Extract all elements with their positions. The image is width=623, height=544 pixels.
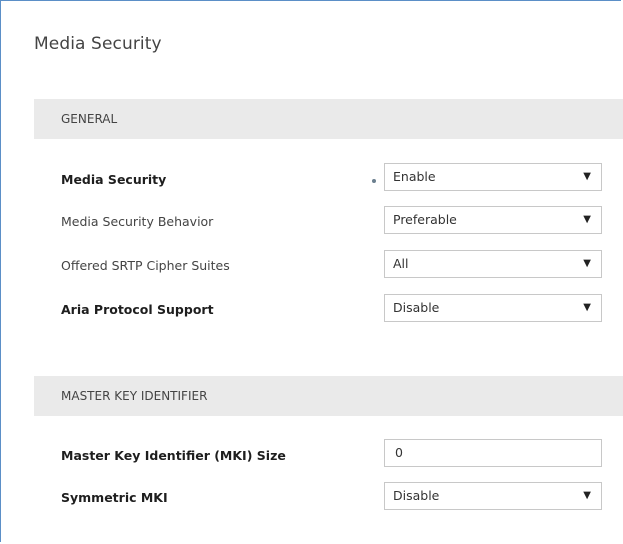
media-security-value: Enable [393,169,436,184]
media-security-label: Media Security [61,172,167,187]
offered-srtp-cipher-suites-select[interactable]: All ▼ [384,250,602,278]
media-security-behavior-select[interactable]: Preferable ▼ [384,206,602,234]
media-security-panel: Media Security GENERAL Media Security En… [0,0,623,542]
mki-size-input[interactable]: 0 [384,439,602,467]
section-header-general: GENERAL [34,99,623,139]
dropdown-arrow-icon: ▼ [583,171,591,182]
symmetric-mki-label: Symmetric MKI [61,490,168,505]
dropdown-arrow-icon: ▼ [583,302,591,313]
dropdown-arrow-icon: ▼ [583,258,591,269]
mki-size-label: Master Key Identifier (MKI) Size [61,448,286,463]
media-security-behavior-label: Media Security Behavior [61,214,214,229]
section-header-master-key-identifier: MASTER KEY IDENTIFIER [34,376,623,416]
dropdown-arrow-icon: ▼ [583,490,591,501]
offered-srtp-cipher-suites-label: Offered SRTP Cipher Suites [61,258,230,273]
offered-srtp-cipher-suites-value: All [393,256,409,271]
aria-protocol-support-label: Aria Protocol Support [61,302,214,317]
modified-indicator-dot [372,179,376,183]
media-security-select[interactable]: Enable ▼ [384,163,602,191]
aria-protocol-support-select[interactable]: Disable ▼ [384,294,602,322]
symmetric-mki-value: Disable [393,488,440,503]
aria-protocol-support-value: Disable [393,300,440,315]
media-security-behavior-value: Preferable [393,212,457,227]
page-title: Media Security [34,34,162,54]
dropdown-arrow-icon: ▼ [583,214,591,225]
symmetric-mki-select[interactable]: Disable ▼ [384,482,602,510]
